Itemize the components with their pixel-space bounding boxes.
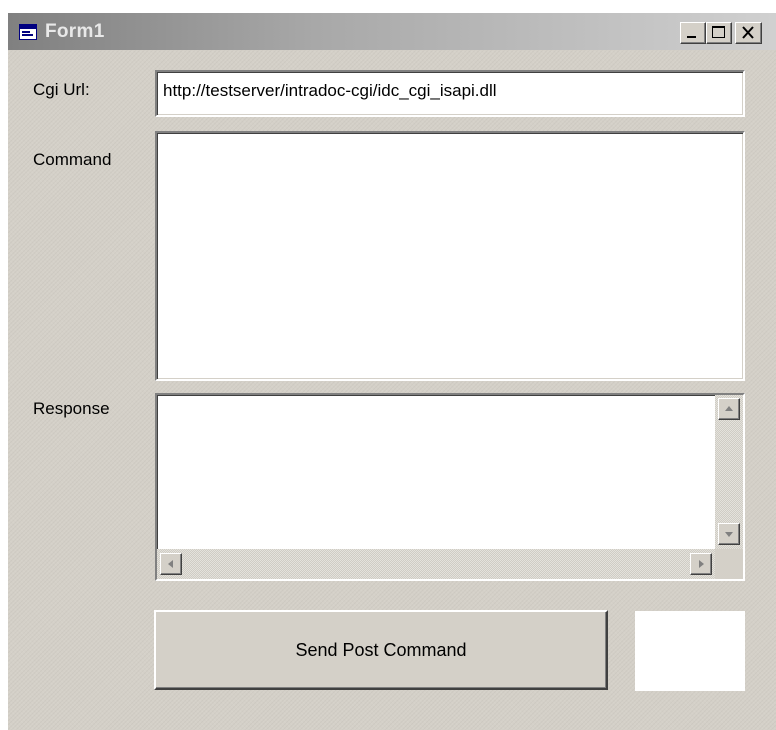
form-window-icon[interactable] (19, 24, 37, 40)
cgi-url-input[interactable]: http://testserver/intradoc-cgi/idc_cgi_i… (155, 70, 745, 117)
response-label: Response (33, 399, 110, 418)
scroll-left-button[interactable] (160, 553, 182, 575)
response-textarea[interactable] (155, 393, 745, 581)
response-vertical-scrollbar[interactable] (715, 395, 743, 549)
command-textarea[interactable] (155, 131, 745, 381)
command-label: Command (33, 150, 112, 169)
form1-window: Form1 Cgi Url: http://testserver/intrado… (8, 13, 776, 730)
cgi-url-value: http://testserver/intradoc-cgi/idc_cgi_i… (163, 81, 497, 100)
window-title: Form1 (45, 21, 105, 42)
status-panel (635, 611, 745, 691)
title-bar[interactable]: Form1 (8, 13, 776, 50)
maximize-button[interactable] (706, 22, 732, 44)
close-button[interactable] (735, 22, 762, 44)
response-horizontal-scrollbar[interactable] (157, 549, 715, 579)
scroll-down-button[interactable] (718, 523, 740, 545)
scroll-up-button[interactable] (718, 398, 740, 420)
cgi-url-label: Cgi Url: (33, 80, 90, 99)
scroll-right-button[interactable] (690, 553, 712, 575)
send-post-command-button[interactable]: Send Post Command (154, 610, 608, 690)
scrollbar-corner (715, 549, 743, 579)
minimize-button[interactable] (680, 22, 706, 44)
